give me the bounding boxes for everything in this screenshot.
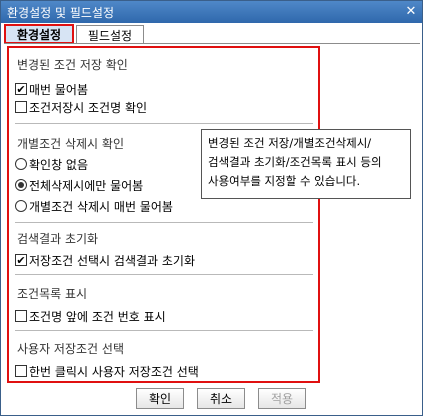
checkbox-unchecked[interactable] xyxy=(15,101,27,113)
option-label: 한번 클릭시 사용자 저장조건 선택 xyxy=(29,364,199,379)
group-divider xyxy=(15,330,313,332)
option-confirm-condition-name[interactable]: 조건저장시 조건명 확인 xyxy=(15,99,147,115)
option-label: 매번 물어봄 xyxy=(29,82,89,97)
window-title: 환경설정 및 필드설정 xyxy=(7,6,114,20)
tooltip-line: 변경된 조건 저장/개별조건삭제시/ xyxy=(208,136,372,150)
tab-label: 환경설정 xyxy=(16,27,62,42)
radio-unselected[interactable] xyxy=(15,200,27,212)
group-divider xyxy=(15,274,313,276)
option-label: 조건명 앞에 조건 번호 표시 xyxy=(29,309,166,324)
option-label: 조건저장시 조건명 확인 xyxy=(29,100,148,115)
option-label: 저장조건 선택시 검색결과 초기화 xyxy=(29,253,196,268)
tooltip-line: 사용여부를 지정할 수 있습니다. xyxy=(208,174,361,188)
group-title-reset-results: 검색결과 초기화 xyxy=(17,232,99,246)
checkbox-checked[interactable]: ✔ xyxy=(15,83,27,95)
group-title-delete-confirm: 개별조건 삭제시 확인 xyxy=(17,137,124,151)
option-label: 확인창 없음 xyxy=(29,157,89,172)
group-title-condition-list: 조건목록 표시 xyxy=(17,287,88,301)
group-title-save-confirm: 변경된 조건 저장 확인 xyxy=(17,58,128,72)
tab-field-settings[interactable]: 필드설정 xyxy=(76,25,144,44)
option-single-click-select[interactable]: 한번 클릭시 사용자 저장조건 선택 xyxy=(15,363,199,379)
tooltip-line: 검색결과 초기화/조건목록 표시 등의 xyxy=(208,155,382,169)
group-divider xyxy=(15,222,313,224)
option-reset-on-select[interactable]: ✔ 저장조건 선택시 검색결과 초기화 xyxy=(15,252,195,268)
option-show-condition-number[interactable]: 조건명 앞에 조건 번호 표시 xyxy=(15,308,166,324)
radio-dot xyxy=(18,182,24,188)
option-ask-every-time[interactable]: ✔ 매번 물어봄 xyxy=(15,81,88,97)
option-ask-each-delete[interactable]: 개별조건 삭제시 매번 물어봄 xyxy=(15,198,173,214)
tab-divider xyxy=(4,43,420,44)
option-no-confirm-dialog[interactable]: 확인창 없음 xyxy=(15,156,88,172)
group-divider xyxy=(15,123,313,125)
title-bar[interactable]: 환경설정 및 필드설정 ✕ xyxy=(1,1,422,23)
radio-unselected[interactable] xyxy=(15,158,27,170)
radio-selected[interactable] xyxy=(15,179,27,191)
option-label: 개별조건 삭제시 매번 물어봄 xyxy=(29,199,173,214)
tab-label: 필드설정 xyxy=(87,28,133,43)
checkbox-unchecked[interactable] xyxy=(15,310,27,322)
group-title-user-condition: 사용자 저장조건 선택 xyxy=(17,342,124,356)
option-ask-on-delete-all[interactable]: 전체삭제시에만 물어봄 xyxy=(15,177,143,193)
help-tooltip: 변경된 조건 저장/개별조건삭제시/ 검색결과 초기화/조건목록 표시 등의 사… xyxy=(201,129,411,199)
cancel-button[interactable]: 취소 xyxy=(197,388,245,409)
settings-window: 환경설정 및 필드설정 ✕ 환경설정 필드설정 변경된 조건 저장 확인 ✔ 매… xyxy=(0,0,423,416)
checkbox-checked[interactable]: ✔ xyxy=(15,254,27,266)
tab-environment-settings[interactable]: 환경설정 xyxy=(4,24,74,44)
ok-button[interactable]: 확인 xyxy=(136,388,184,409)
checkbox-unchecked[interactable] xyxy=(15,365,27,377)
close-icon[interactable]: ✕ xyxy=(402,3,420,20)
option-label: 전체삭제시에만 물어봄 xyxy=(29,178,144,193)
settings-panel: 변경된 조건 저장 확인 ✔ 매번 물어봄 조건저장시 조건명 확인 개별조건 … xyxy=(7,46,320,383)
apply-button[interactable]: 적용 xyxy=(258,388,306,409)
